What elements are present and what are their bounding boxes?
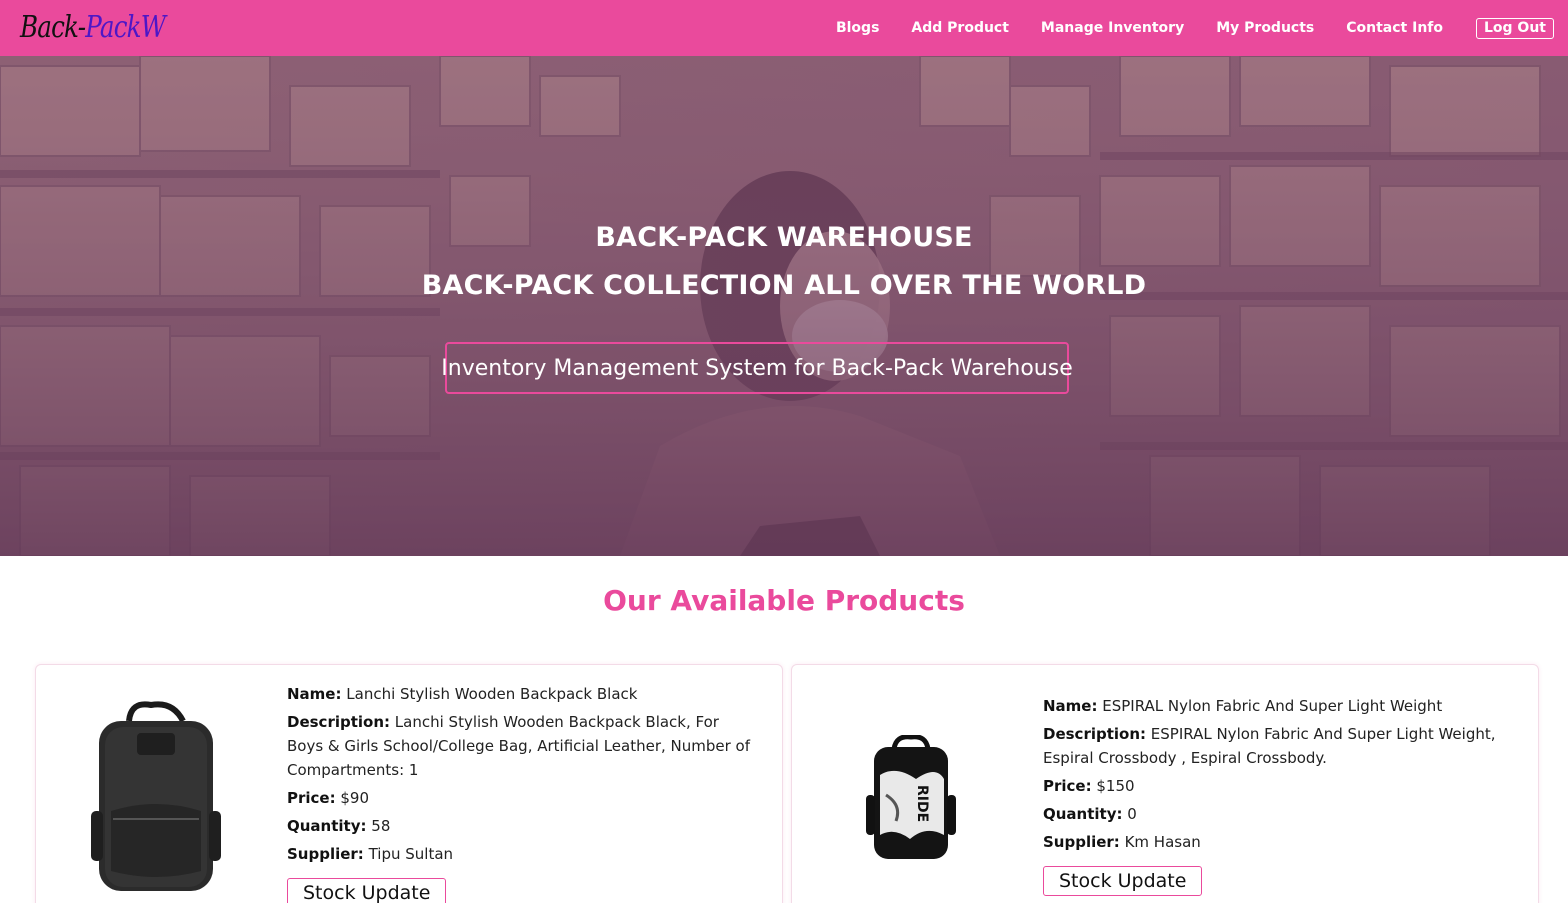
hero-title-line2: BACK-PACK COLLECTION ALL OVER THE WORLD xyxy=(421,270,1147,301)
product-supplier-label: Supplier: xyxy=(1043,833,1120,851)
product-quantity: 58 xyxy=(371,817,391,835)
backpack-print-text: RIDE xyxy=(914,785,930,822)
stock-update-button[interactable]: Stock Update xyxy=(1043,866,1203,896)
backpack-ride-image: RIDE xyxy=(866,735,956,859)
product-name: Lanchi Stylish Wooden Backpack Black xyxy=(346,685,638,703)
brand-text-part1: Back- xyxy=(20,10,86,45)
product-name-label: Name: xyxy=(1043,697,1098,715)
nav-link-blogs[interactable]: Blogs xyxy=(836,20,879,36)
product-price-label: Price: xyxy=(1043,777,1092,795)
nav-links: Blogs Add Product Manage Inventory My Pr… xyxy=(804,0,1554,56)
nav-link-contact-info[interactable]: Contact Info xyxy=(1346,20,1443,36)
product-card: Name: Lanchi Stylish Wooden Backpack Bla… xyxy=(35,664,783,903)
product-card: RIDE Name: ESPIRAL Nylon Fabric And Supe… xyxy=(791,664,1539,903)
product-quantity-label: Quantity: xyxy=(1043,805,1123,823)
product-price: $150 xyxy=(1096,777,1135,795)
brand-text-part2: PackW xyxy=(85,10,166,45)
product-price-label: Price: xyxy=(287,789,336,807)
nav-link-add-product[interactable]: Add Product xyxy=(911,20,1009,36)
top-navbar: Back-PackW Blogs Add Product Manage Inve… xyxy=(0,0,1568,56)
nav-link-my-products[interactable]: My Products xyxy=(1216,20,1314,36)
hero-banner: BACK-PACK WAREHOUSE BACK-PACK COLLECTION… xyxy=(0,56,1568,556)
product-info: Name: Lanchi Stylish Wooden Backpack Bla… xyxy=(287,682,757,903)
product-info: Name: ESPIRAL Nylon Fabric And Super Lig… xyxy=(1043,694,1513,896)
logout-button[interactable]: Log Out xyxy=(1476,17,1554,39)
product-quantity: 0 xyxy=(1127,805,1137,823)
product-name-label: Name: xyxy=(287,685,342,703)
product-name: ESPIRAL Nylon Fabric And Super Light Wei… xyxy=(1102,697,1443,715)
products-section-title: Our Available Products xyxy=(603,584,965,617)
product-supplier: Tipu Sultan xyxy=(368,845,454,863)
product-price: $90 xyxy=(340,789,370,807)
hero-overlay xyxy=(0,56,1568,556)
stock-update-button[interactable]: Stock Update xyxy=(287,878,447,903)
product-supplier: Km Hasan xyxy=(1124,833,1201,851)
brand-logo[interactable]: Back-PackW xyxy=(20,10,166,45)
product-description-label: Description: xyxy=(287,713,391,731)
product-supplier-label: Supplier: xyxy=(287,845,364,863)
backpack-black-image xyxy=(91,701,221,891)
product-quantity-label: Quantity: xyxy=(287,817,367,835)
nav-link-manage-inventory[interactable]: Manage Inventory xyxy=(1041,20,1184,36)
hero-title-line1: BACK-PACK WAREHOUSE xyxy=(595,222,973,253)
hero-tagline: Inventory Management System for Back-Pac… xyxy=(441,342,1073,394)
product-description-label: Description: xyxy=(1043,725,1147,743)
